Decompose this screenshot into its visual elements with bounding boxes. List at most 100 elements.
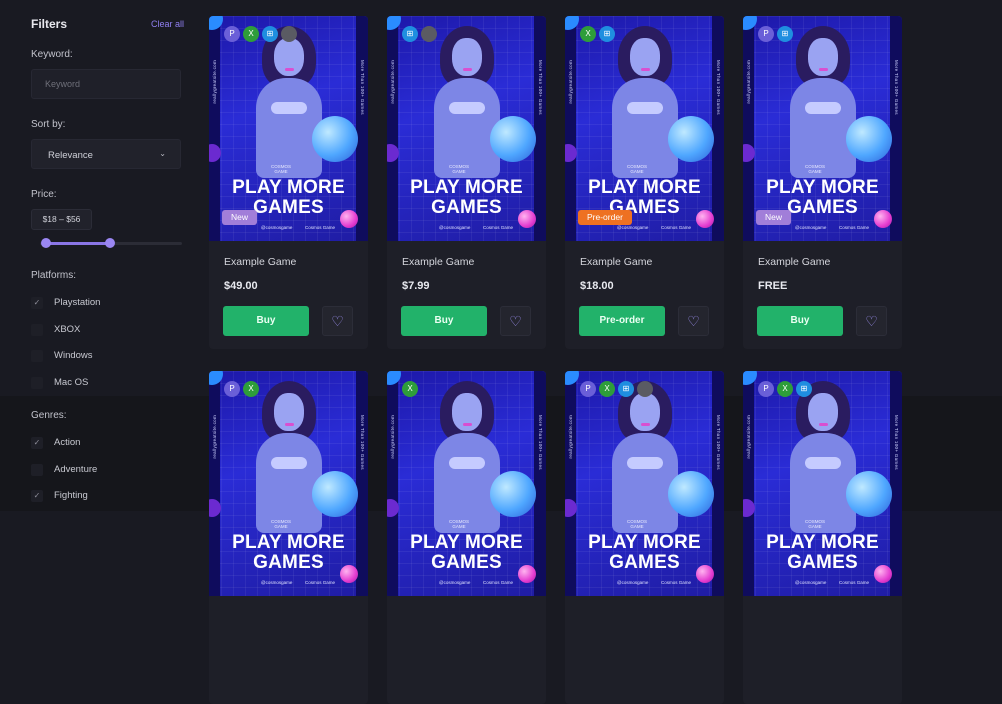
cover-headline: PLAY MORE [766, 532, 879, 553]
playstation-icon: P [224, 26, 240, 42]
sort-label: Sort by: [31, 119, 66, 130]
cover-orb-large [312, 116, 358, 162]
game-title[interactable]: Example Game [224, 256, 296, 268]
gamepad-icon [271, 457, 307, 469]
wishlist-button[interactable]: ♡ [500, 306, 531, 336]
checkbox[interactable] [31, 323, 43, 336]
wishlist-button[interactable]: ♡ [678, 306, 709, 336]
cover-site-text: reallygreatsite.com [390, 415, 395, 459]
cover-site-text: reallygreatsite.com [568, 60, 573, 104]
xbox-icon: X [243, 26, 259, 42]
cover-headline: PLAY MORE [766, 177, 879, 198]
game-title[interactable]: Example Game [402, 256, 474, 268]
checkbox[interactable]: ✓ [31, 297, 43, 309]
game-price: $18.00 [580, 280, 614, 292]
product-card[interactable]: reallygreatsite.com More Than 100+ Games C… [209, 16, 368, 349]
cover-social-name: Cosmos Game [839, 580, 870, 585]
cover-logo: COSMOS GAME [805, 164, 825, 174]
figure-lips [463, 68, 472, 71]
game-cover-image[interactable]: reallygreatsite.com More Than 100+ Games C… [209, 371, 368, 596]
checkbox[interactable] [31, 350, 43, 363]
cover-social-name: Cosmos Game [483, 225, 514, 230]
cover-headline: PLAY MORE [588, 532, 701, 553]
cover-tagline-text: More Than 100+ Games [360, 60, 365, 115]
cover-tagline-text: More Than 100+ Games [894, 60, 899, 115]
cover-site-text: reallygreatsite.com [568, 415, 573, 459]
game-cover-image[interactable]: reallygreatsite.com More Than 100+ Games C… [565, 16, 724, 241]
cover-headline: PLAY MORE [232, 177, 345, 198]
game-cover-image[interactable]: reallygreatsite.com More Than 100+ Games C… [743, 16, 902, 241]
cover-tagline-text: More Than 100+ Games [716, 415, 721, 470]
cover-logo: COSMOS GAME [627, 519, 647, 529]
buy-button[interactable]: Buy [223, 306, 309, 336]
keyword-input[interactable] [31, 69, 181, 99]
price-slider-min-handle[interactable] [40, 238, 51, 248]
game-cover-image[interactable]: reallygreatsite.com More Than 100+ Games C… [565, 371, 724, 596]
cover-tagline-text: More Than 100+ Games [538, 60, 543, 115]
cover-social-name: Cosmos Game [661, 225, 692, 230]
playstation-icon: P [580, 381, 596, 397]
cover-headline: GAMES [787, 552, 858, 573]
game-price: $7.99 [402, 280, 430, 292]
clear-all-link[interactable]: Clear all [151, 19, 184, 29]
cover-site-text: reallygreatsite.com [390, 60, 395, 104]
buy-button[interactable]: Buy [401, 306, 487, 336]
heart-icon: ♡ [865, 313, 878, 329]
checkbox[interactable]: ✓ [31, 490, 43, 503]
cover-gamer-figure [790, 26, 856, 178]
game-cover-image[interactable]: reallygreatsite.com More Than 100+ Games C… [387, 371, 546, 596]
game-price: FREE [758, 280, 788, 292]
game-cover-image[interactable]: reallygreatsite.com More Than 100+ Games C… [387, 16, 546, 241]
checkbox[interactable] [31, 376, 43, 389]
cover-tagline-text: More Than 100+ Games [538, 415, 543, 470]
cover-gamer-figure [434, 381, 500, 533]
cover-headline: PLAY MORE [232, 532, 345, 553]
price-slider-max-handle[interactable] [104, 238, 115, 248]
wishlist-button[interactable]: ♡ [322, 306, 353, 336]
product-card[interactable]: reallygreatsite.com More Than 100+ Games C… [743, 16, 902, 349]
status-badge: Pre-order [578, 210, 632, 225]
game-cover-image[interactable]: reallygreatsite.com More Than 100+ Games C… [743, 371, 902, 596]
cover-orb-large [490, 471, 536, 517]
cover-social-name: Cosmos Game [839, 225, 870, 230]
preorder-button[interactable]: Pre-order [579, 306, 665, 336]
figure-lips [641, 423, 650, 426]
game-title[interactable]: Example Game [758, 256, 830, 268]
figure-body [434, 433, 500, 533]
windows-icon: ⊞ [262, 26, 278, 42]
sort-selected-value: Relevance [48, 150, 93, 161]
product-card[interactable]: reallygreatsite.com More Than 100+ Games C… [565, 16, 724, 349]
gamepad-icon [627, 102, 663, 114]
cover-headline: PLAY MORE [588, 177, 701, 198]
genre-option-label: Fighting [54, 490, 88, 502]
xbox-icon: X [243, 381, 259, 397]
sort-select[interactable]: Relevance ⌄ [31, 139, 181, 169]
cover-social-handle: @cosmosgame [617, 580, 649, 585]
cover-tagline-text: More Than 100+ Games [360, 415, 365, 470]
playstation-icon: P [758, 381, 774, 397]
product-card[interactable]: reallygreatsite.com More Than 100+ Games C… [387, 371, 546, 704]
checkbox[interactable]: ✓ [31, 437, 43, 449]
product-card[interactable]: reallygreatsite.com More Than 100+ Games C… [209, 371, 368, 704]
game-title[interactable]: Example Game [580, 256, 652, 268]
game-cover-image[interactable]: reallygreatsite.com More Than 100+ Games C… [209, 16, 368, 241]
price-range-display: $18 – $56 [31, 209, 92, 230]
price-slider[interactable] [40, 238, 182, 248]
product-card[interactable]: reallygreatsite.com More Than 100+ Games C… [565, 371, 724, 704]
cover-social-handle: @cosmosgame [795, 225, 827, 230]
checkbox[interactable] [31, 463, 43, 476]
cover-logo: COSMOS GAME [805, 519, 825, 529]
product-card[interactable]: reallygreatsite.com More Than 100+ Games C… [743, 371, 902, 704]
cover-headline: GAMES [609, 552, 680, 573]
playstation-icon: P [758, 26, 774, 42]
wishlist-button[interactable]: ♡ [856, 306, 887, 336]
genres-label: Genres: [31, 410, 67, 421]
windows-icon: ⊞ [777, 26, 793, 42]
product-card[interactable]: reallygreatsite.com More Than 100+ Games C… [387, 16, 546, 349]
cover-orb-large [312, 471, 358, 517]
platform-option-label: Playstation [54, 297, 101, 308]
cover-orb-large [846, 116, 892, 162]
gamepad-icon [805, 457, 841, 469]
playstation-icon: P [224, 381, 240, 397]
buy-button[interactable]: Buy [757, 306, 843, 336]
